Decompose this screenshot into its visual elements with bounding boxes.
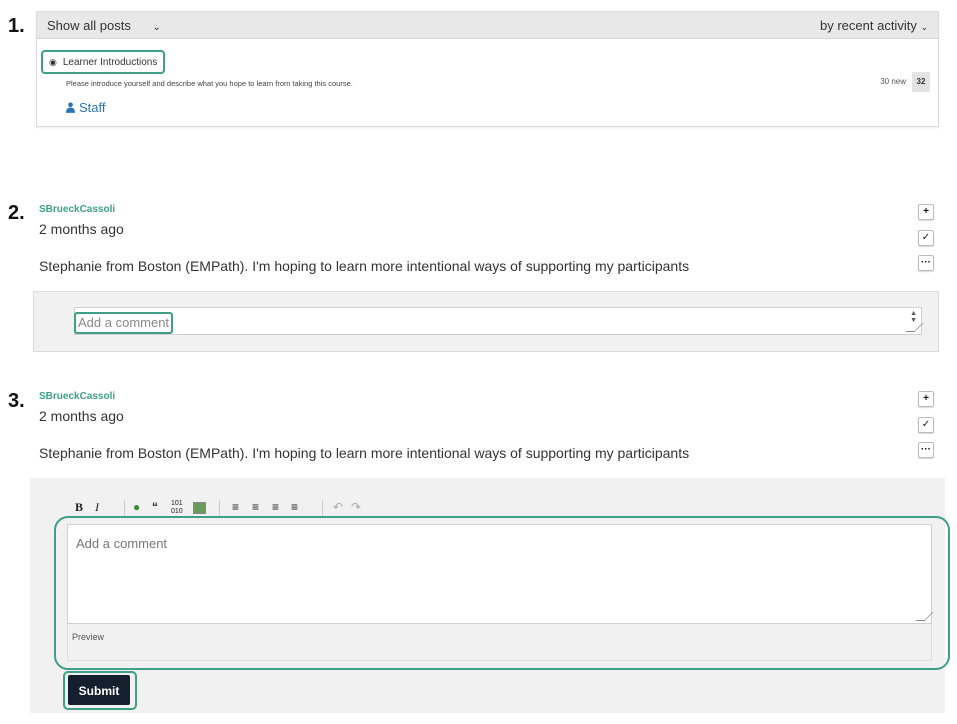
code-icon[interactable]: 101 010 — [171, 500, 183, 516]
plus-icon[interactable]: + — [918, 204, 934, 220]
preview-area: Preview — [67, 624, 932, 661]
topic-description: Please introduce yourself and describe w… — [66, 79, 353, 88]
redo-icon[interactable]: ↷ — [351, 500, 361, 514]
spinner-arrows-icon: ▲ ▼ — [910, 310, 917, 324]
check-icon[interactable]: ✓ — [918, 230, 934, 246]
image-icon[interactable] — [193, 502, 206, 514]
resize-handle-icon[interactable] — [905, 323, 924, 332]
plus-icon[interactable]: + — [918, 391, 934, 407]
post-time: 2 months ago — [39, 221, 124, 237]
heading-icon[interactable]: ≡ — [272, 500, 279, 514]
link-icon[interactable]: ● — [133, 500, 140, 514]
resize-handle-icon[interactable] — [915, 612, 934, 621]
author-role: Staff — [79, 100, 106, 115]
step-number-2: 2. — [8, 202, 25, 224]
comments-icon: ◉ — [49, 57, 57, 67]
undo-icon[interactable]: ↶ — [333, 500, 343, 514]
sort-dropdown[interactable]: by recent activity ⌄ — [820, 18, 928, 33]
comment-strip: ▲ ▼ Add a comment — [33, 291, 939, 352]
user-icon — [66, 102, 75, 113]
bullet-list-icon[interactable]: ≡ — [252, 500, 259, 514]
more-icon[interactable]: ··· — [918, 255, 934, 271]
post-author[interactable]: SBrueckCassoli — [39, 204, 115, 215]
post-time: 2 months ago — [39, 408, 124, 424]
bold-icon[interactable]: B — [75, 500, 83, 515]
submit-button[interactable]: Submit — [68, 675, 130, 705]
post-body: Stephanie from Boston (EMPath). I'm hopi… — [39, 258, 690, 274]
sort-label: by recent activity — [820, 18, 917, 33]
horizontal-rule-icon[interactable]: ≡ — [291, 500, 298, 514]
total-posts-badge: 32 — [912, 72, 930, 92]
comment-input[interactable]: ▲ ▼ — [74, 307, 924, 335]
staff-label: Staff — [66, 100, 106, 115]
blockquote-icon[interactable]: “ — [152, 500, 158, 514]
preview-label: Preview — [72, 632, 105, 642]
comment-editor: B I ● “ 101 010 ≡ ≡ ≡ ≡ ↶ ↷ Add a comment… — [30, 478, 950, 713]
filter-bar: Show all posts ⌄ by recent activity ⌄ — [37, 12, 938, 39]
new-posts-count: 30 new — [880, 77, 906, 86]
filter-label: Show all posts — [47, 18, 131, 33]
comment-placeholder[interactable]: Add a comment — [74, 312, 174, 334]
comment-textarea[interactable]: Add a comment — [67, 524, 934, 624]
step-number-3: 3. — [8, 390, 25, 412]
step-number-1: 1. — [8, 15, 25, 37]
textarea-placeholder: Add a comment — [76, 536, 168, 551]
italic-icon[interactable]: I — [95, 500, 99, 515]
ordered-list-icon[interactable]: ≡ — [232, 500, 239, 514]
post-body: Stephanie from Boston (EMPath). I'm hopi… — [39, 445, 690, 461]
check-icon[interactable]: ✓ — [918, 417, 934, 433]
show-posts-dropdown[interactable]: Show all posts ⌄ — [47, 18, 161, 33]
topic-title-link[interactable]: ◉ Learner Introductions — [41, 50, 166, 74]
chevron-down-icon: ⌄ — [152, 22, 161, 33]
topic-title: Learner Introductions — [62, 57, 158, 68]
more-icon[interactable]: ··· — [918, 442, 934, 458]
chevron-down-icon: ⌄ — [920, 22, 928, 32]
thread-list-panel: Show all posts ⌄ by recent activity ⌄ ◉ L… — [36, 11, 939, 127]
post-author[interactable]: SBrueckCassoli — [39, 391, 115, 402]
